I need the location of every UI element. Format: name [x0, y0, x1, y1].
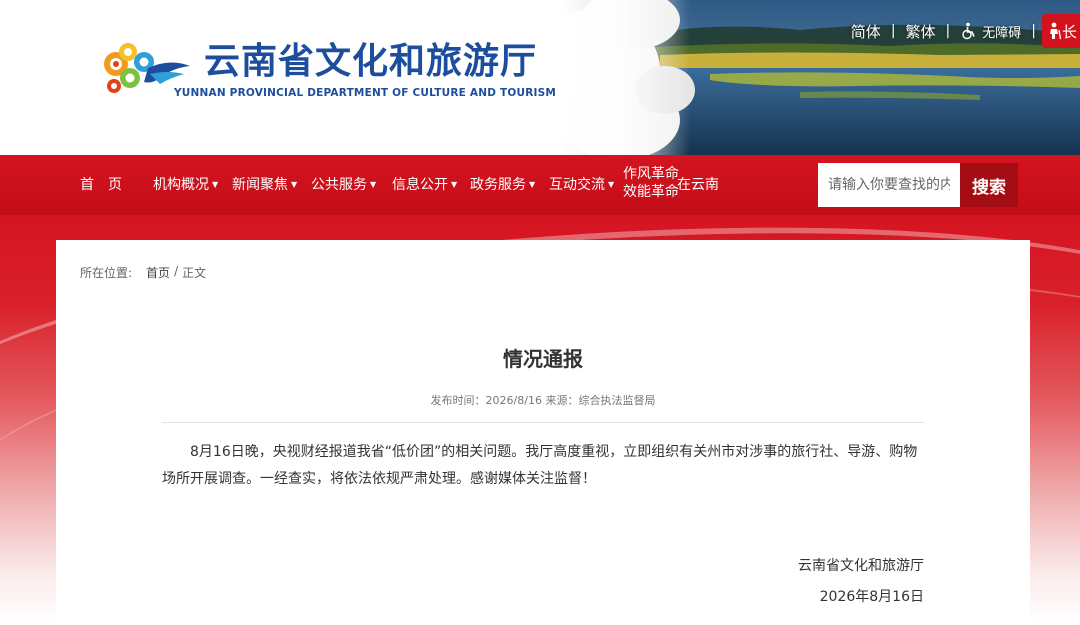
breadcrumb-current: 正文 — [182, 266, 207, 280]
nav-item-in-yunnan[interactable]: 在云南 — [677, 155, 719, 215]
divider — [162, 422, 924, 423]
breadcrumb: 所在位置: 首页 / 正文 — [80, 264, 206, 281]
chevron-down-icon: ▼ — [370, 180, 377, 189]
article-title: 情况通报 — [503, 347, 583, 371]
chevron-down-icon: ▼ — [608, 180, 615, 189]
elder-icon — [1050, 22, 1062, 40]
elder-mode-label: 长 — [1062, 22, 1078, 41]
site-title: 云南省文化和旅游厅 — [204, 41, 538, 82]
nav-special-line1: 作风革命 — [623, 166, 679, 182]
chevron-down-icon: ▼ — [451, 180, 458, 189]
breadcrumb-label: 所在位置: — [80, 266, 133, 280]
chevron-down-icon: ▼ — [212, 180, 219, 189]
nav-item-home[interactable]: 首 页 — [80, 155, 122, 215]
search-button[interactable]: 搜索 — [960, 163, 1018, 207]
nav-item-news[interactable]: 新闻聚焦 ▼ — [232, 155, 297, 215]
top-utility-links: 简体 | 繁体 | 无障碍 | 长 — [841, 14, 1080, 48]
article-card: 所在位置: 首页 / 正文 情况通报 发布时间：2026/8/16 来源：综合执… — [56, 240, 1030, 625]
nav-item-organization[interactable]: 机构概况 ▼ — [153, 155, 218, 215]
site-header: 云南省文化和旅游厅 YUNNAN PROVINCIAL DEPARTMENT O… — [0, 0, 1080, 155]
article-meta: 发布时间：2026/8/16 来源：综合执法监督局 — [430, 394, 656, 407]
accessibility-link[interactable]: 无障碍 — [950, 22, 1031, 41]
simplified-chinese-link[interactable]: 简体 — [841, 21, 891, 42]
nav-item-government-services[interactable]: 政务服务 ▼ — [470, 155, 535, 215]
nav-special-line2: 效能革命 — [623, 184, 679, 200]
chevron-down-icon: ▼ — [529, 180, 536, 189]
nav-item-public-services[interactable]: 公共服务 ▼ — [311, 155, 376, 215]
article-body: 8月16日晚，央视财经报道我省“低价团”的相关问题。我厅高度重视，立即组织有关州… — [162, 444, 918, 487]
breadcrumb-separator: / — [174, 264, 179, 278]
chevron-down-icon: ▼ — [291, 180, 298, 189]
signature-date: 2026年8月16日 — [819, 589, 924, 605]
signature-organization: 云南省文化和旅游厅 — [798, 558, 924, 574]
search-input[interactable] — [818, 163, 960, 207]
nav-item-style-revolution[interactable]: 作风革命 效能革命 — [623, 165, 679, 201]
separator: | — [1031, 23, 1036, 39]
wheelchair-icon — [962, 22, 975, 40]
elder-mode-button[interactable]: 长 — [1042, 14, 1080, 48]
traditional-chinese-link[interactable]: 繁体 — [896, 21, 946, 42]
nav-item-information-disclosure[interactable]: 信息公开 ▼ — [392, 155, 457, 215]
accessibility-label: 无障碍 — [982, 25, 1022, 41]
breadcrumb-home-link[interactable]: 首页 — [146, 264, 170, 281]
nav-item-interaction[interactable]: 互动交流 ▼ — [549, 155, 614, 215]
site-subtitle: YUNNAN PROVINCIAL DEPARTMENT OF CULTURE … — [174, 87, 556, 99]
